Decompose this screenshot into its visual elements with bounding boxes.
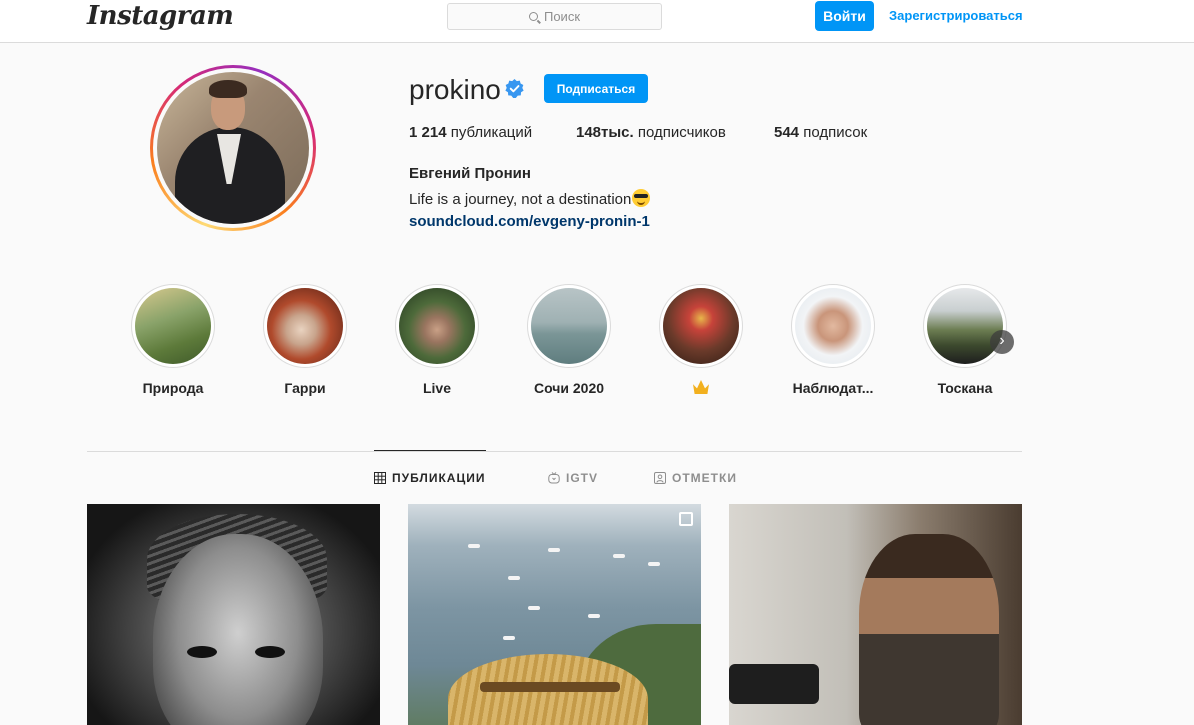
avatar-photo [157,72,309,224]
highlight-item[interactable] [659,284,743,397]
highlight-item[interactable]: Гарри [263,284,347,396]
profile-full-name: Евгений Пронин [409,165,531,182]
following-count-label: подписок [799,124,868,141]
highlight-label [641,380,761,397]
profile-external-link[interactable]: soundcloud.com/evgeny-pronin-1 [409,213,650,230]
follow-button[interactable]: Подписаться [544,74,648,103]
chevron-right-icon[interactable]: › [990,330,1014,354]
highlight-label: Live [422,380,451,396]
followers-count[interactable]: 148тыс. подписчиков [576,124,726,141]
profile-avatar[interactable] [150,65,316,231]
highlight-label: Природа [142,380,204,396]
active-tab-indicator [374,450,486,451]
bio-text: Life is a journey, not a destination [409,191,632,208]
post-thumbnail[interactable] [87,504,380,725]
followers-count-value: 148тыс. [576,124,634,141]
highlight-label: Сочи 2020 [533,380,605,396]
followers-count-label: подписчиков [633,124,726,141]
highlight-cover [927,288,1003,364]
search-icon [528,12,538,21]
highlight-cover [399,288,475,364]
tab-posts-label: ПУБЛИКАЦИИ [392,471,486,485]
sunglasses-emoji-icon [632,189,651,207]
igtv-icon [548,472,560,484]
post-thumbnail[interactable] [408,504,701,725]
search-input[interactable]: Поиск [447,3,662,30]
tabs-divider [87,451,1022,452]
highlight-item[interactable]: Live [395,284,479,396]
profile-bio: Life is a journey, not a destination [409,189,651,208]
posts-count-label: публикаций [446,124,533,141]
highlight-item[interactable]: Природа [131,284,215,396]
highlight-cover [531,288,607,364]
highlight-label: Наблюдат... [792,380,874,396]
crown-emoji-icon [693,380,709,394]
tab-tagged-label: ОТМЕТКИ [672,471,737,485]
carousel-icon [679,512,693,526]
tab-igtv[interactable]: IGTV [548,471,598,485]
instagram-logo[interactable]: Instagram [87,1,234,31]
profile-username: prokino [409,74,501,105]
highlight-cover [663,288,739,364]
following-count-value: 544 [774,124,800,141]
highlight-label: Тоскана [937,380,993,396]
tab-igtv-label: IGTV [566,471,599,485]
posts-count-value: 1 214 [409,124,447,141]
highlight-item[interactable]: Сочи 2020 [527,284,611,396]
login-button[interactable]: Войти [815,1,874,31]
highlight-cover [267,288,343,364]
signup-link[interactable]: Зарегистрироваться [889,8,1023,23]
grid-icon [374,472,386,484]
highlight-label: Гарри [284,380,326,396]
highlight-cover [795,288,871,364]
tag-user-icon [654,472,666,484]
following-count[interactable]: 544 подписок [774,124,867,141]
highlight-item[interactable]: Наблюдат... [791,284,875,396]
post-thumbnail[interactable] [729,504,1022,725]
search-placeholder: Поиск [543,9,581,24]
posts-count: 1 214 публикаций [409,124,532,141]
verified-badge-icon [505,79,524,98]
tab-tagged[interactable]: ОТМЕТКИ [654,471,737,485]
top-navigation-bar: Instagram Поиск Войти Зарегистрироваться [0,0,1194,43]
highlight-cover [135,288,211,364]
tab-posts[interactable]: ПУБЛИКАЦИИ [374,471,485,485]
